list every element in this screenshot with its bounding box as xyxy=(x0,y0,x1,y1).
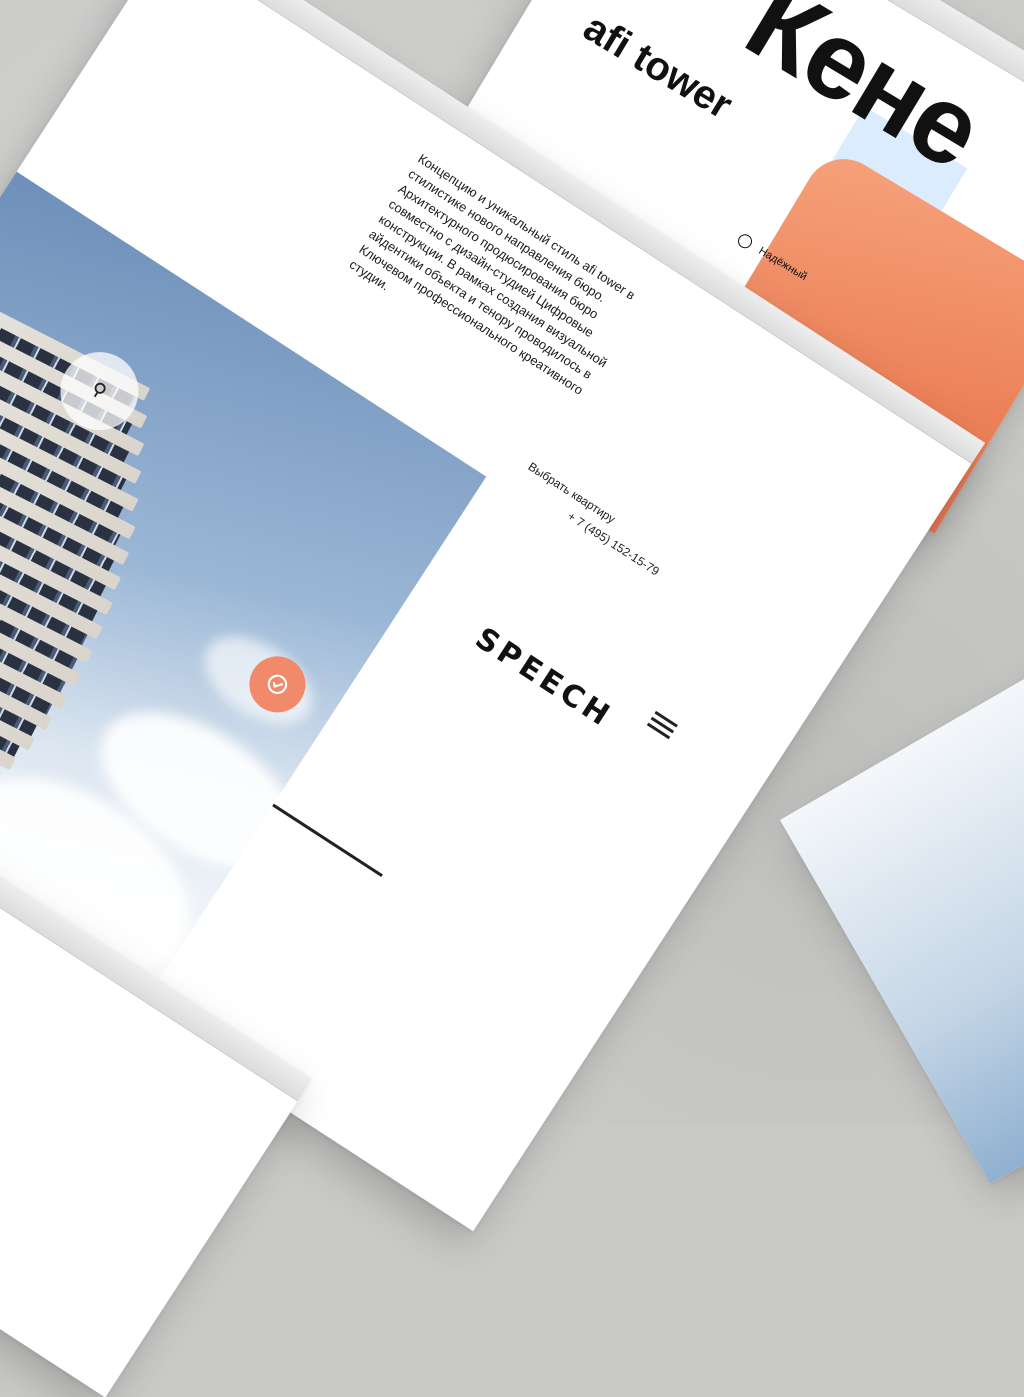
speech-logo[interactable]: SPEECH xyxy=(469,621,619,735)
slider-indicator[interactable] xyxy=(272,803,383,877)
circle-icon xyxy=(735,231,755,251)
afi-tower-title: afi tower xyxy=(576,5,740,128)
chat-icon xyxy=(267,674,288,695)
search-icon xyxy=(93,382,106,398)
menu-icon[interactable] xyxy=(645,708,680,743)
